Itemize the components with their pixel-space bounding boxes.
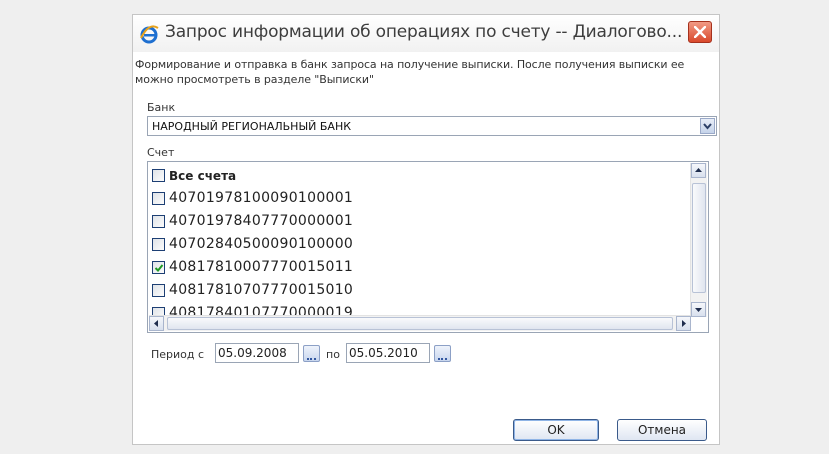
account-list-item[interactable]: 40701978100090100001 bbox=[152, 189, 672, 209]
bank-select[interactable]: НАРОДНЫЙ РЕГИОНАЛЬНЫЙ БАНК bbox=[147, 116, 717, 136]
period-to-label: по bbox=[326, 348, 340, 361]
date-to-calendar-button[interactable] bbox=[434, 345, 451, 362]
account-list-item[interactable]: 40701978407770000001 bbox=[152, 212, 672, 232]
scroll-down-button[interactable] bbox=[691, 302, 706, 317]
account-label: 40702840500090100000 bbox=[169, 236, 354, 252]
ok-button[interactable]: OK bbox=[513, 419, 599, 441]
close-icon bbox=[694, 26, 706, 38]
arrow-left-icon bbox=[154, 320, 158, 327]
account-list-item[interactable]: 40817810707770015010 bbox=[152, 281, 672, 301]
ie-logo-icon bbox=[140, 25, 159, 44]
account-list-item[interactable]: 40817810007770015011 bbox=[152, 258, 672, 278]
account-label: 40817810707770015010 bbox=[169, 282, 354, 298]
date-from-calendar-button[interactable] bbox=[303, 345, 320, 362]
chevron-down-icon bbox=[703, 123, 712, 130]
scroll-left-button[interactable] bbox=[149, 316, 164, 331]
account-list-item[interactable]: Все счета bbox=[152, 166, 672, 186]
account-checkbox[interactable] bbox=[152, 261, 165, 274]
bank-select-arrow[interactable] bbox=[700, 118, 715, 134]
account-list[interactable]: Все счета 40701978100090100001 40701978407… bbox=[147, 161, 709, 333]
vertical-scrollbar[interactable] bbox=[690, 163, 707, 317]
checkmark-icon bbox=[154, 264, 164, 272]
close-button[interactable] bbox=[688, 21, 712, 43]
arrow-right-icon bbox=[682, 320, 686, 327]
date-from-input[interactable]: 05.09.2008 bbox=[215, 343, 299, 363]
account-checkbox[interactable] bbox=[152, 169, 165, 182]
dialog-title: Запрос информации об операциях по счету … bbox=[165, 22, 683, 42]
account-label: 40817810007770015011 bbox=[169, 259, 354, 275]
horizontal-scrollbar[interactable] bbox=[149, 315, 691, 331]
date-from-value: 05.09.2008 bbox=[218, 346, 287, 360]
account-checkbox[interactable] bbox=[152, 284, 165, 297]
bank-select-value: НАРОДНЫЙ РЕГИОНАЛЬНЫЙ БАНК bbox=[152, 120, 352, 133]
calendar-icon bbox=[438, 355, 447, 360]
title-bar[interactable]: Запрос информации об операциях по счету … bbox=[133, 15, 719, 52]
account-label: 40701978407770000001 bbox=[169, 213, 354, 229]
vertical-scroll-thumb[interactable] bbox=[692, 183, 706, 293]
scroll-up-button[interactable] bbox=[691, 163, 706, 178]
bank-label: Банк bbox=[147, 101, 176, 114]
account-checkbox[interactable] bbox=[152, 238, 165, 251]
cancel-button[interactable]: Отмена bbox=[617, 419, 707, 441]
account-label: Все счета bbox=[169, 169, 237, 183]
arrow-up-icon bbox=[695, 168, 702, 172]
horizontal-scroll-thumb[interactable] bbox=[167, 317, 673, 330]
period-from-label: Период с bbox=[151, 348, 205, 361]
description-text: Формирование и отправка в банк запроса н… bbox=[135, 58, 685, 86]
account-checkbox[interactable] bbox=[152, 192, 165, 205]
dialog-window: Запрос информации об операциях по счету … bbox=[132, 14, 720, 445]
calendar-icon bbox=[307, 355, 316, 360]
account-checkbox[interactable] bbox=[152, 215, 165, 228]
scroll-right-button[interactable] bbox=[676, 316, 691, 331]
account-label: Счет bbox=[147, 146, 175, 159]
date-to-input[interactable]: 05.05.2010 bbox=[346, 343, 430, 363]
account-list-item[interactable]: 40702840500090100000 bbox=[152, 235, 672, 255]
account-label: 40701978100090100001 bbox=[169, 190, 354, 206]
arrow-down-icon bbox=[695, 308, 702, 312]
date-to-value: 05.05.2010 bbox=[349, 346, 418, 360]
